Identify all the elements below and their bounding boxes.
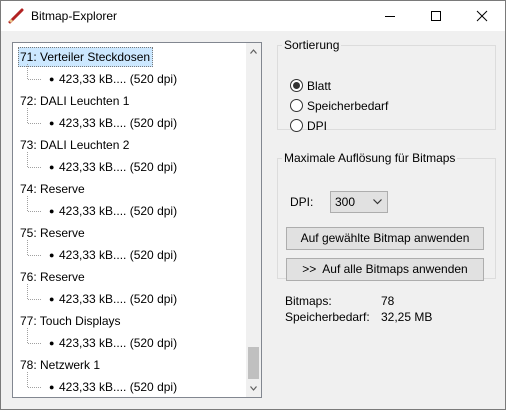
tree-connector-line bbox=[28, 123, 41, 124]
tree-child-label: 423,33 kB.... (520 dpi) bbox=[59, 292, 178, 306]
memory-value: 32,25 MB bbox=[381, 310, 433, 324]
scroll-thumb[interactable] bbox=[248, 347, 259, 379]
apply-selected-bitmap-button[interactable]: Auf gewählte Bitmap anwenden bbox=[286, 227, 484, 250]
radio-selected-dot bbox=[293, 82, 300, 89]
tree-item-label: 71: Verteiler Steckdosen bbox=[18, 47, 154, 67]
bitmap-tree[interactable]: 71: Verteiler Steckdosen ● 423,33 kB.... (… bbox=[12, 42, 262, 398]
tree-connector-line bbox=[27, 152, 28, 167]
tree-connector-line bbox=[27, 328, 28, 343]
tree-connector-line bbox=[27, 64, 28, 79]
tree-item-label: 73: DALI Leuchten 2 bbox=[20, 138, 130, 152]
tree-item[interactable]: 76: Reserve bbox=[18, 266, 88, 288]
resolution-group: Maximale Auflösung für Bitmaps DPI: 300 … bbox=[277, 151, 496, 281]
scroll-down-button[interactable] bbox=[246, 380, 261, 397]
bullet-icon: ● bbox=[49, 294, 55, 304]
bullet-icon: ● bbox=[49, 118, 55, 128]
tree-child-label: 423,33 kB.... (520 dpi) bbox=[59, 380, 178, 394]
bullet-icon: ● bbox=[49, 382, 55, 392]
minimize-button[interactable] bbox=[367, 1, 413, 31]
bullet-icon: ● bbox=[49, 206, 55, 216]
close-icon bbox=[476, 10, 488, 22]
tree-item[interactable]: 73: DALI Leuchten 2 bbox=[18, 134, 132, 156]
radio-circle bbox=[290, 99, 303, 112]
scroll-up-button[interactable] bbox=[246, 43, 261, 60]
tree-connector-line bbox=[27, 196, 28, 211]
bitmaps-value: 78 bbox=[381, 294, 395, 308]
chevron-down-icon bbox=[250, 386, 257, 391]
tree-connector-line bbox=[28, 387, 41, 388]
radio-label: DPI bbox=[307, 119, 328, 133]
maximize-icon bbox=[431, 11, 441, 21]
pencil-icon bbox=[8, 8, 24, 24]
tree-item-label: 74: Reserve bbox=[20, 182, 85, 196]
close-button[interactable] bbox=[459, 1, 505, 31]
tree-connector-line bbox=[28, 343, 41, 344]
tree-child-label: 423,33 kB.... (520 dpi) bbox=[59, 160, 178, 174]
tree-item[interactable]: 72: DALI Leuchten 1 bbox=[18, 90, 132, 112]
memory-label: Speicherbedarf: bbox=[285, 310, 370, 324]
dpi-select-value: 300 bbox=[335, 195, 356, 209]
resolution-legend: Maximale Auflösung für Bitmaps bbox=[284, 151, 456, 165]
radio-label: Speicherbedarf bbox=[307, 99, 389, 113]
bullet-icon: ● bbox=[49, 250, 55, 260]
tree-child-label: 423,33 kB.... (520 dpi) bbox=[59, 204, 178, 218]
sorting-group: Sortierung Blatt Speicherbedarf DPI bbox=[277, 38, 496, 133]
tree-item[interactable]: 78: Netzwerk 1 bbox=[18, 354, 103, 376]
chevron-down-icon bbox=[373, 199, 382, 205]
tree-item-label: 78: Netzwerk 1 bbox=[20, 358, 101, 372]
sorting-legend: Sortierung bbox=[284, 38, 340, 52]
tree-item[interactable]: 74: Reserve bbox=[18, 178, 88, 200]
dpi-select[interactable]: 300 bbox=[330, 191, 388, 213]
tree-child-label: 423,33 kB.... (520 dpi) bbox=[59, 248, 178, 262]
tree-connector-line bbox=[27, 108, 28, 123]
tree-connector-line bbox=[28, 299, 41, 300]
tree-child-label: 423,33 kB.... (520 dpi) bbox=[59, 336, 178, 350]
tree-connector-line bbox=[27, 240, 28, 255]
tree-item-label: 76: Reserve bbox=[20, 270, 85, 284]
radio-circle bbox=[290, 119, 303, 132]
tree-item[interactable]: 77: Touch Displays bbox=[18, 310, 124, 332]
maximize-button[interactable] bbox=[413, 1, 459, 31]
dpi-label: DPI: bbox=[290, 195, 314, 209]
bullet-icon: ● bbox=[49, 74, 55, 84]
tree-item[interactable]: 71: Verteiler Steckdosen bbox=[18, 46, 154, 68]
tree-item[interactable]: 75: Reserve bbox=[18, 222, 88, 244]
bitmaps-label: Bitmaps: bbox=[285, 294, 332, 308]
tree-connector-line bbox=[28, 211, 41, 212]
radio-circle bbox=[290, 79, 303, 92]
tree-child-label: 423,33 kB.... (520 dpi) bbox=[59, 116, 178, 130]
bitmap-explorer-window: Bitmap-Explorer 71: Verteiler Steckdosen… bbox=[0, 0, 506, 410]
radio-label: Blatt bbox=[307, 79, 332, 93]
tree-item-label: 77: Touch Displays bbox=[20, 314, 121, 328]
tree-item-label: 75: Reserve bbox=[20, 226, 85, 240]
tree-child-label: 423,33 kB.... (520 dpi) bbox=[59, 72, 178, 86]
tree-scrollbar[interactable] bbox=[246, 43, 261, 397]
bullet-icon: ● bbox=[49, 338, 55, 348]
tree-item-label: 72: DALI Leuchten 1 bbox=[20, 94, 130, 108]
apply-all-bitmaps-button[interactable]: >> Auf alle Bitmaps anwenden bbox=[286, 258, 484, 281]
tree-connector-line bbox=[28, 255, 41, 256]
title-bar[interactable]: Bitmap-Explorer bbox=[1, 1, 505, 31]
tree-connector-line bbox=[28, 79, 41, 80]
tree-connector-line bbox=[28, 167, 41, 168]
tree-connector-line bbox=[27, 372, 28, 387]
bullet-icon: ● bbox=[49, 162, 55, 172]
minimize-icon bbox=[385, 16, 395, 17]
tree-connector-line bbox=[27, 284, 28, 299]
chevron-up-icon bbox=[250, 49, 257, 54]
window-title: Bitmap-Explorer bbox=[31, 9, 118, 23]
